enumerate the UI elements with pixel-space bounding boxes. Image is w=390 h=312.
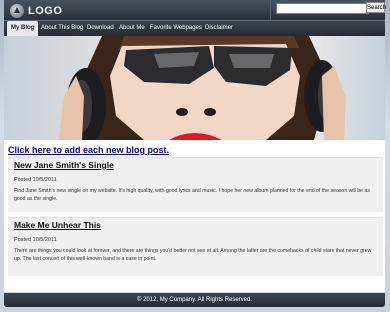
post-title-link[interactable]: Make Me Unhear This bbox=[14, 220, 101, 230]
logo[interactable]: LOGO bbox=[10, 3, 62, 19]
logo-icon bbox=[10, 4, 24, 18]
search-input[interactable] bbox=[276, 3, 369, 14]
post-date: Posted 10/5/2011 bbox=[14, 177, 57, 183]
footer: © 2012. My Company. All Rights Reserved. bbox=[4, 293, 385, 307]
search-button[interactable]: Search bbox=[366, 2, 386, 13]
header-divider bbox=[270, 0, 271, 20]
post-body: Find Jane Smith's new single on my websi… bbox=[14, 188, 370, 202]
nav-bar: My Blog About This Blog Download About M… bbox=[4, 20, 385, 36]
post-date: Posted 10/5/2011 bbox=[14, 237, 57, 243]
nav-item-my-blog[interactable]: My Blog bbox=[7, 21, 39, 36]
nav-item-download[interactable]: Download bbox=[87, 21, 114, 36]
banner-photo bbox=[59, 36, 346, 140]
nav-item-about-this-blog[interactable]: About This Blog bbox=[41, 21, 83, 36]
header-bar: LOGO Search bbox=[4, 0, 386, 20]
logo-text: LOGO bbox=[28, 5, 63, 17]
banner-image bbox=[4, 36, 385, 140]
content-area: Click here to add each new blog post. Ne… bbox=[4, 140, 385, 292]
blog-post: Make Me Unhear This Posted 10/5/2011 The… bbox=[8, 217, 383, 276]
blog-post: New Jane Smith's Single Posted 10/5/2011… bbox=[8, 157, 383, 212]
post-body: There are things you could look at forev… bbox=[14, 248, 372, 262]
nav-item-favorite-webpages[interactable]: Favorite Webpages bbox=[150, 21, 202, 36]
page-frame: LOGO Search My Blog About This Blog Down… bbox=[4, 0, 386, 312]
add-post-link[interactable]: Click here to add each new blog post. bbox=[8, 145, 169, 155]
nav-item-disclaimer[interactable]: Disclaimer bbox=[205, 21, 233, 36]
post-title-link[interactable]: New Jane Smith's Single bbox=[14, 160, 114, 170]
nav-item-about-me[interactable]: About Me bbox=[119, 21, 145, 36]
